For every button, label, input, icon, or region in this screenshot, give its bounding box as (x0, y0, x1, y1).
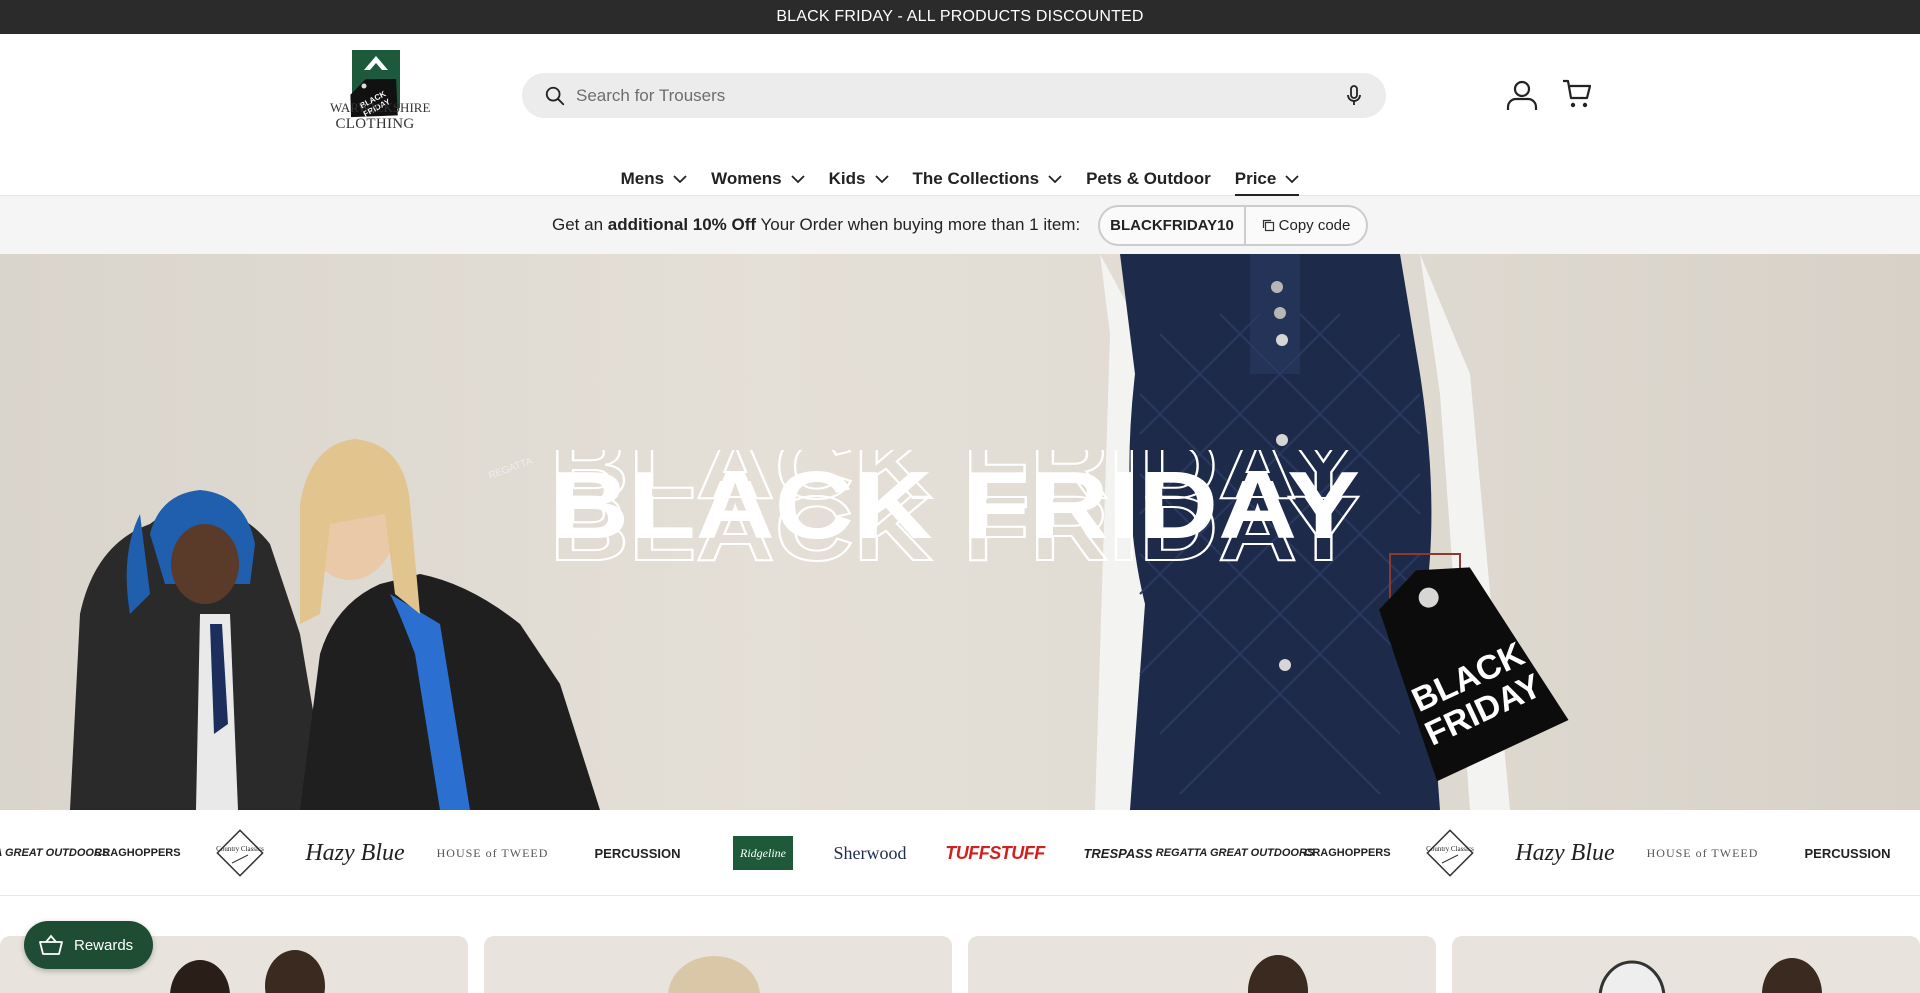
brand-logo-ridgeline[interactable]: Ridgeline (732, 810, 794, 895)
hero-banner[interactable]: REGATTA BLACK FRIDAY BLACK FRIDAY BLACK … (0, 254, 1920, 810)
nav-item-pets-outdoor[interactable]: Pets & Outdoor (1074, 162, 1223, 196)
brand-logo-tuffstuff[interactable]: TUFFSTUFF (945, 810, 1045, 895)
svg-text:Country Classics: Country Classics (216, 845, 264, 853)
announcement-bar: BLACK FRIDAY - ALL PRODUCTS DISCOUNTED (0, 0, 1920, 34)
nav-item-mens[interactable]: Mens (609, 162, 699, 196)
brand-logo-regatta[interactable]: REGATTA GREAT OUTDOORS (1156, 810, 1314, 895)
nav-item-label: Price (1234, 169, 1277, 188)
promo-suffix: Your Order when buying more than 1 item: (756, 215, 1081, 234)
brand-logo-hazy-blue[interactable]: Hazy Blue (305, 810, 405, 895)
collection-card-image (1598, 958, 1822, 993)
search-input[interactable] (576, 73, 1316, 118)
search-icon[interactable] (544, 85, 566, 107)
brand-logo-percussion[interactable]: PERCUSSION (585, 810, 690, 895)
nav-item-label: Mens (620, 169, 665, 188)
shopping-basket-icon (39, 934, 63, 955)
site-header: BLACK FRIDAY WARWICKSHIRE CLOTHING Mens (0, 34, 1920, 197)
logo-line-1: WARWICKSHIRE (330, 100, 431, 115)
hero-boy-figure (70, 490, 330, 810)
brand-logo-hazy-blue[interactable]: Hazy Blue (1515, 810, 1615, 895)
collection-card[interactable] (1452, 936, 1920, 993)
country-classics-emblem: Country Classics (216, 829, 264, 877)
brand-logo-house-of-tweed[interactable]: HOUSE of TWEED (1647, 810, 1758, 895)
collection-card-image (1248, 955, 1308, 993)
copy-icon (1262, 219, 1274, 232)
copy-code-label: Copy code (1278, 217, 1351, 234)
announcement-text: BLACK FRIDAY - ALL PRODUCTS DISCOUNTED (776, 8, 1144, 25)
chevron-down-icon (1285, 175, 1299, 184)
logo-wordmark: WARWICKSHIRE CLOTHING (330, 100, 431, 132)
promo-banner: Get an additional 10% Off Your Order whe… (0, 196, 1920, 254)
promo-prefix: Get an (552, 215, 608, 234)
svg-text:Country Classics: Country Classics (1426, 845, 1474, 853)
brand-carousel: REGATTA GREAT OUTDOORS CRAGHOPPERS Count… (0, 810, 1920, 896)
cart-icon[interactable] (1562, 78, 1592, 110)
jacket-logo-text: REGATTA (487, 456, 534, 482)
brand-logo-percussion[interactable]: PERCUSSION (1795, 810, 1900, 895)
rewards-button[interactable]: Rewards (24, 921, 153, 969)
brand-logo-house-of-tweed[interactable]: HOUSE of TWEED (437, 810, 548, 895)
nav-item-label: Pets & Outdoor (1086, 169, 1211, 188)
promo-highlight: additional 10% Off (607, 215, 757, 234)
nav-item-the-collections[interactable]: The Collections (901, 162, 1075, 196)
search-bar[interactable] (522, 73, 1386, 118)
account-icon[interactable] (1505, 78, 1539, 112)
collection-cards (0, 936, 1920, 993)
chevron-down-icon (791, 175, 805, 184)
brand-logo-regatta[interactable]: REGATTA GREAT OUTDOORS (0, 810, 109, 895)
main-navigation: Mens Womens Kids The Collections Pets & … (0, 162, 1920, 197)
brand-logo-country-classics[interactable]: Country Classics (210, 810, 270, 895)
nav-item-price[interactable]: Price (1223, 162, 1312, 197)
hero-title: BLACK FRIDAY BLACK FRIDAY BLACK FRIDAY (549, 450, 1361, 580)
promo-text: Get an additional 10% Off Your Order whe… (552, 215, 1080, 235)
nav-item-label: Womens (711, 169, 782, 188)
nav-item-label: Kids (828, 169, 866, 188)
collection-card-image (668, 956, 760, 993)
brand-logo-country-classics[interactable]: Country Classics (1420, 810, 1480, 895)
brand-logo-craghoppers[interactable]: CRAGHOPPERS (1304, 810, 1390, 895)
rewards-label: Rewards (74, 936, 134, 954)
collection-card[interactable] (968, 936, 1436, 993)
site-logo[interactable]: BLACK FRIDAY WARWICKSHIRE CLOTHING (330, 50, 431, 142)
nav-item-kids[interactable]: Kids (817, 162, 901, 196)
logo-line-2: CLOTHING (335, 116, 415, 132)
chevron-down-icon (1048, 175, 1062, 184)
copy-code-button[interactable]: Copy code (1246, 217, 1366, 234)
country-classics-emblem: Country Classics (1426, 829, 1474, 877)
brand-logo-trespass[interactable]: TRESPASS (1083, 810, 1153, 895)
chevron-down-icon (673, 175, 687, 184)
collection-card[interactable] (484, 936, 952, 993)
coupon-code[interactable]: BLACKFRIDAY10 (1100, 207, 1246, 244)
chevron-down-icon (874, 175, 889, 184)
brand-logo-craghoppers[interactable]: CRAGHOPPERS (94, 810, 180, 895)
hero-title-main: BLACK FRIDAY (550, 452, 1360, 559)
microphone-icon[interactable] (1344, 85, 1364, 107)
coupon-box: BLACKFRIDAY10 Copy code (1098, 205, 1368, 246)
brand-logo-sherwood[interactable]: Sherwood (830, 810, 910, 895)
nav-item-label: The Collections (912, 169, 1040, 188)
nav-item-womens[interactable]: Womens (699, 162, 817, 196)
